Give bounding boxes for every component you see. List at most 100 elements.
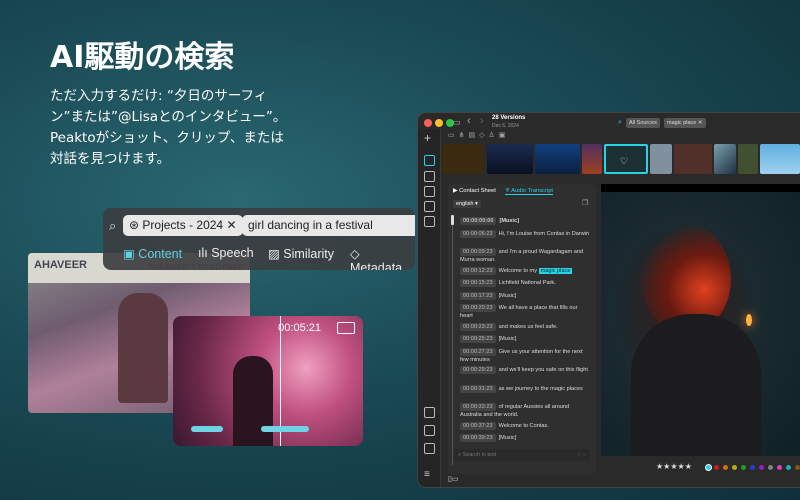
transcript-row[interactable]: 00:00:33:23 of regular Aussies all around…: [460, 403, 590, 419]
search-panel: ⌕ ⊛ Projects - 2024 ✕ girl dancing in a …: [103, 208, 415, 270]
scroll-track[interactable]: [452, 215, 453, 465]
transcript-row[interactable]: 00:00:37:23 Welcome to Contas.: [460, 421, 590, 430]
ai-icon[interactable]: [424, 443, 435, 454]
color-label-dot[interactable]: [705, 464, 712, 471]
color-label-dot[interactable]: [732, 465, 737, 470]
transcript-row[interactable]: 00:00:20:23 We all have a place that fill…: [460, 304, 590, 320]
thumbnail[interactable]: [760, 144, 800, 174]
close-window-button[interactable]: [424, 119, 432, 127]
color-label-dot[interactable]: [759, 465, 764, 470]
transcript-row[interactable]: 00:00:31:23 as we journey to the magic pl…: [460, 384, 590, 393]
timestamp[interactable]: 00:00:00:00: [460, 217, 497, 225]
thumbnail[interactable]: [442, 144, 484, 174]
timestamp[interactable]: 00:00:12:23: [460, 266, 496, 275]
color-label-dot[interactable]: [786, 465, 791, 470]
thumbnail[interactable]: [738, 144, 758, 174]
map-icon[interactable]: [424, 201, 435, 212]
close-icon[interactable]: ✕: [698, 120, 703, 126]
chat-icon[interactable]: [424, 425, 435, 436]
color-label-dot[interactable]: [795, 465, 800, 470]
media-icon[interactable]: [424, 186, 435, 197]
mode-content[interactable]: ▣ Content: [123, 246, 182, 261]
share-icon[interactable]: [424, 407, 435, 418]
transcript-row[interactable]: 00:00:39:23 [Music]: [460, 434, 590, 442]
source-chip[interactable]: All Sources: [626, 118, 660, 128]
mode-similarity[interactable]: ▨ Similarity: [268, 246, 334, 261]
transcript-row[interactable]: 00:00:09:23 and I'm a proud Wagardagam an…: [460, 248, 590, 264]
thumbnail[interactable]: [582, 144, 602, 174]
mode-metadata[interactable]: ◇ Metadata: [350, 246, 415, 270]
color-label-dot[interactable]: [741, 465, 746, 470]
toolbar-icons[interactable]: ▭⋔▤◇♙▣: [448, 131, 509, 139]
color-label-dot[interactable]: [714, 465, 719, 470]
tag-chip[interactable]: magic place ✕: [664, 118, 706, 128]
transcript-row[interactable]: 00:00:27:23 Give us your attention for th…: [460, 347, 590, 364]
thumbnail-selected[interactable]: ♡: [604, 144, 648, 174]
color-label-dot[interactable]: [750, 465, 755, 470]
timestamp[interactable]: 00:00:20:23: [460, 304, 496, 312]
thumbnail[interactable]: [535, 144, 580, 174]
transcript-row[interactable]: 00:00:12:23 Welcome to my magic place: [460, 266, 590, 275]
transcript-row[interactable]: 00:00:23:23 and makes us feel safe.: [460, 322, 590, 331]
scope-label: Projects - 2024: [142, 218, 224, 232]
trim-handle-left[interactable]: [191, 426, 223, 432]
timestamp[interactable]: 00:00:37:23: [460, 421, 496, 430]
timestamp[interactable]: 00:00:33:23: [460, 403, 496, 411]
transcript-text: Welcome to Contas.: [498, 422, 549, 429]
transcript-search-input[interactable]: ⌕ Search in text ◌ ◌: [454, 449, 590, 461]
menu-icon[interactable]: ≡: [424, 469, 430, 480]
scope-chip[interactable]: ⊛ Projects - 2024 ✕: [123, 215, 243, 236]
copy-icon[interactable]: ❐: [582, 199, 588, 207]
aperture-icon: ⊛: [129, 218, 143, 232]
timestamp[interactable]: 00:00:27:23: [460, 347, 496, 356]
timestamp[interactable]: 00:00:06:23: [460, 229, 496, 238]
transcript-row[interactable]: 00:00:00:00 [Music]: [460, 217, 590, 225]
tag-icon: ◇: [350, 247, 360, 261]
mode-label: Speech: [211, 246, 254, 260]
tab-contact-sheet[interactable]: ▶ Contact Sheet: [453, 188, 496, 194]
tab-audio-transcript[interactable]: ⁜ Audio Transcript: [505, 188, 554, 195]
timestamp[interactable]: 00:00:31:23: [460, 384, 496, 393]
view-mode-buttons[interactable]: ▯▭: [448, 475, 458, 483]
layout-icon[interactable]: [424, 171, 435, 182]
color-label-dot[interactable]: [777, 465, 782, 470]
timestamp[interactable]: 00:00:39:23: [460, 434, 496, 442]
thumbnail[interactable]: [650, 144, 672, 174]
transcript-row[interactable]: 00:00:15:23 Lichfield National Park.: [460, 279, 590, 287]
forward-button[interactable]: ›: [480, 115, 484, 127]
mode-speech[interactable]: ılı Speech: [198, 246, 254, 260]
thumbnail[interactable]: [674, 144, 712, 174]
search-input[interactable]: girl dancing in a festival: [242, 215, 415, 236]
timestamp[interactable]: 00:00:15:23: [460, 279, 496, 287]
transcript-row[interactable]: 00:00:25:23 [Music]: [460, 335, 590, 343]
timestamp[interactable]: 00:00:17:23: [460, 291, 496, 300]
transcript-row[interactable]: 00:00:29:23 and we'll keep you safe on th…: [460, 366, 590, 374]
grid-view-icon[interactable]: [424, 155, 435, 166]
nav-icons[interactable]: ◌ ◌: [578, 449, 586, 461]
add-button[interactable]: +: [424, 131, 431, 145]
timestamp[interactable]: 00:00:29:23: [460, 366, 496, 374]
transcript-text: as we journey to the magic places: [498, 385, 583, 392]
transcript-row[interactable]: 00:00:17:23 [Music]: [460, 291, 590, 300]
thumbnail[interactable]: [487, 144, 533, 174]
transcript-text: and makes us feel safe.: [498, 323, 558, 330]
timestamp[interactable]: 00:00:23:23: [460, 322, 496, 331]
star-rating[interactable]: ★★★★★: [656, 462, 692, 471]
transcript-row[interactable]: 00:00:06:23 Hi, I'm Louise from Contas in…: [460, 229, 590, 238]
color-label-dot[interactable]: [768, 465, 773, 470]
timestamp[interactable]: 00:00:09:23: [460, 248, 496, 256]
back-button[interactable]: ‹: [467, 115, 471, 127]
language-select[interactable]: english ▾: [453, 200, 481, 208]
sidebar-toggle-icon[interactable]: ▭: [452, 117, 461, 128]
search-icon: ⌕: [109, 218, 117, 233]
trim-handle-right[interactable]: [261, 426, 309, 432]
video-clip-thumbnail[interactable]: 00:05:21: [173, 316, 363, 446]
close-icon[interactable]: ✕: [223, 218, 236, 232]
people-icon[interactable]: [424, 216, 435, 227]
scroll-thumb[interactable]: [451, 215, 454, 225]
woman-silhouette: [233, 356, 273, 446]
color-label-dot[interactable]: [723, 465, 728, 470]
timestamp[interactable]: 00:00:25:23: [460, 335, 496, 343]
minimize-window-button[interactable]: [435, 119, 443, 127]
thumbnail[interactable]: [714, 144, 736, 174]
